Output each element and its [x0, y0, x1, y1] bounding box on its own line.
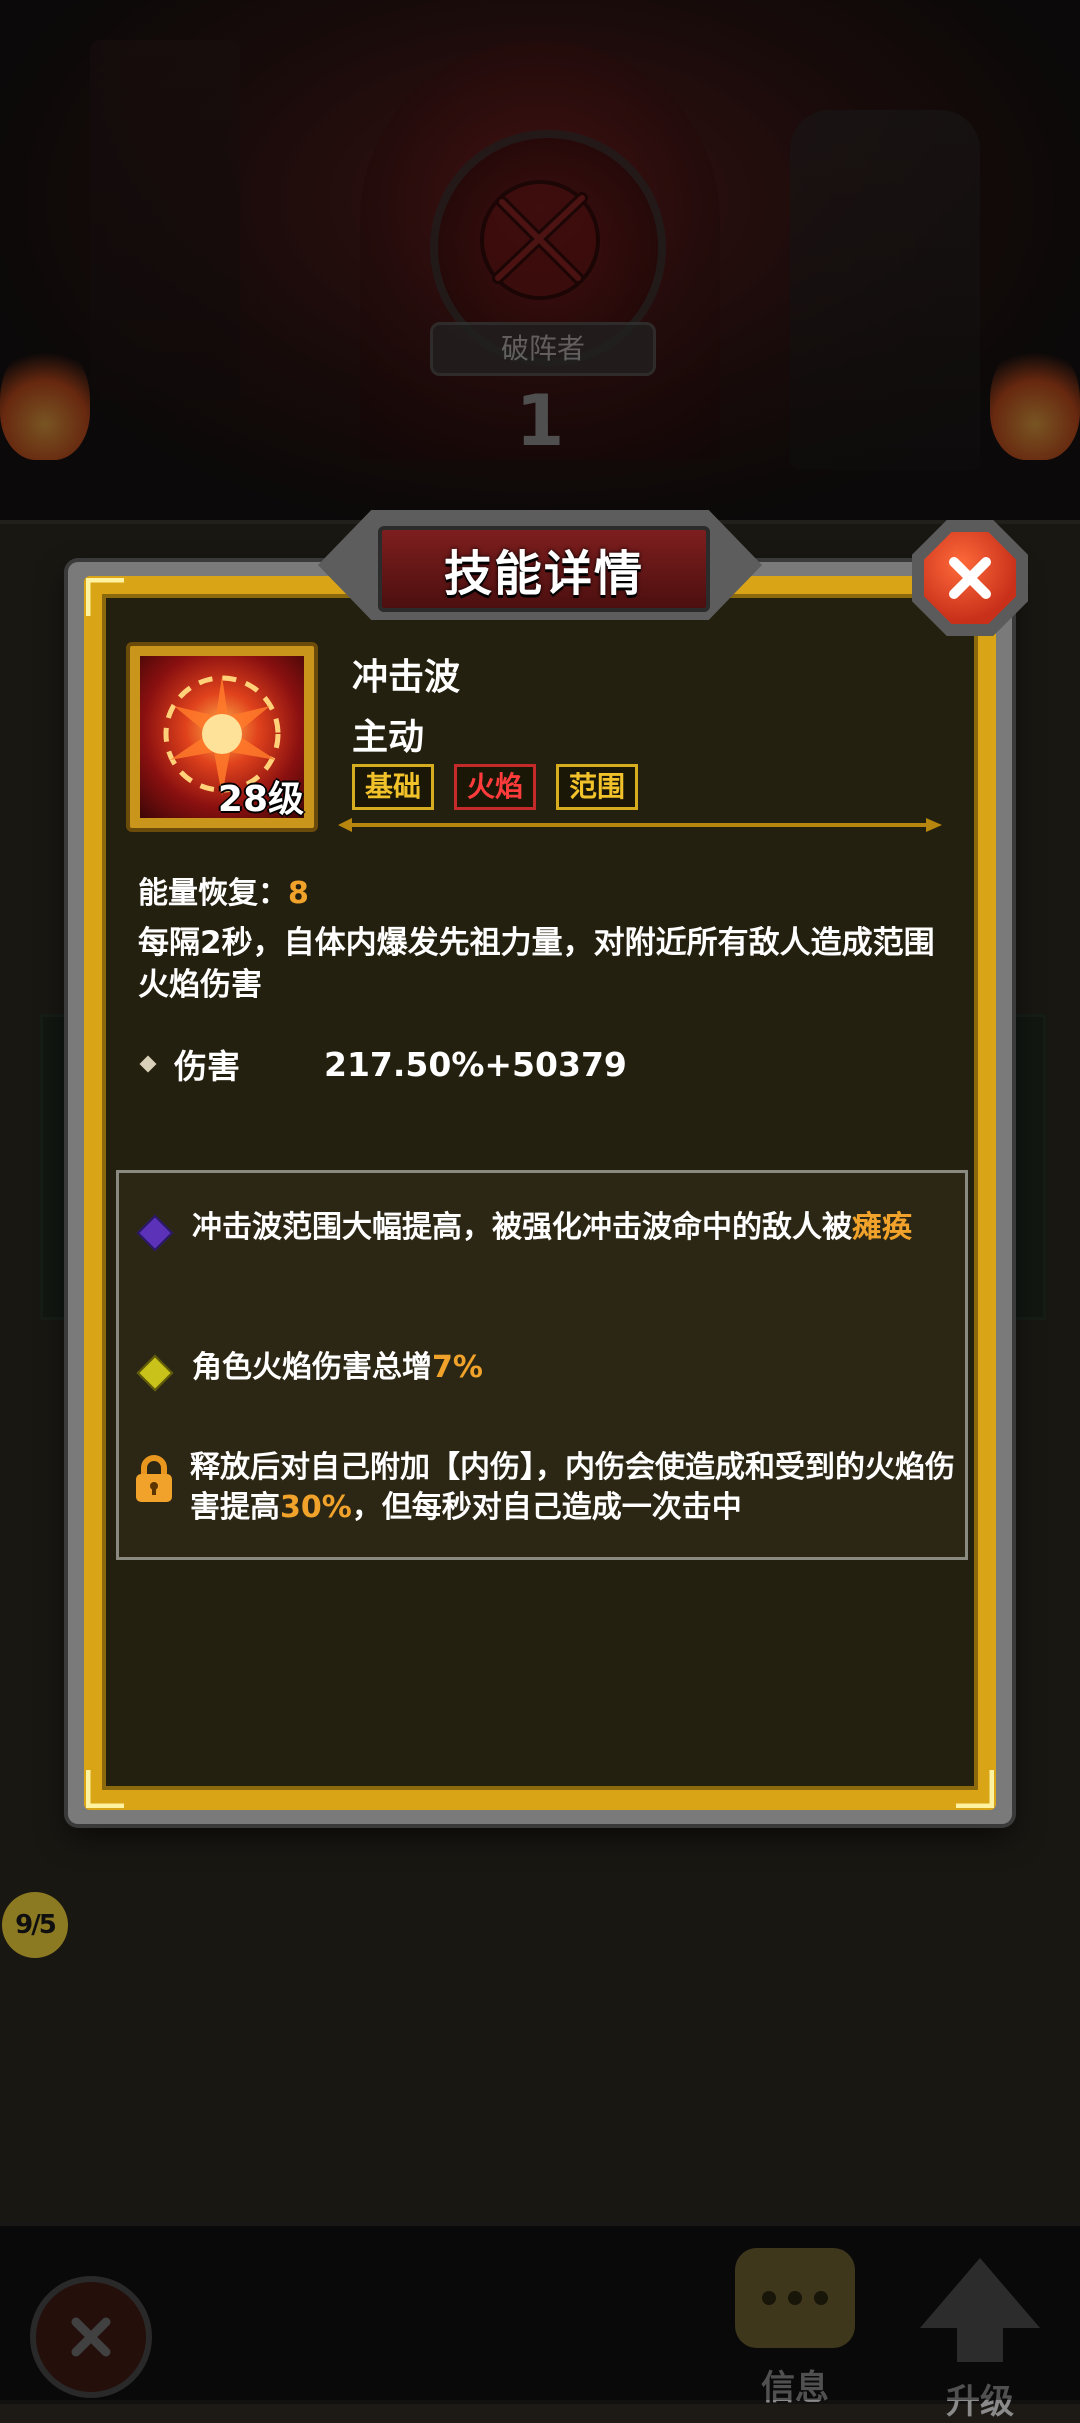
- perk-highlight: 7%: [432, 1350, 483, 1385]
- lock-icon: [134, 1454, 174, 1504]
- purple-diamond-icon: [136, 1214, 174, 1252]
- skill-level: 28级: [217, 779, 304, 820]
- bullet-diamond-icon: [139, 1055, 157, 1073]
- divider-arrow-icon: [338, 818, 942, 832]
- skill-description: 每隔2秒，自体内爆发先祖力量，对附近所有敌人造成范围火焰伤害: [138, 925, 935, 1003]
- dialog-title-plate: 技能详情: [318, 500, 762, 630]
- tag-fire: 火焰: [454, 764, 537, 810]
- energy-value: 8: [288, 876, 309, 911]
- perk-item: 释放后对自己附加【内伤】，内伤会使造成和受到的火焰伤害提高30%，但每秒对自己造…: [134, 1448, 960, 1528]
- stat-value: 217.50%+50379: [324, 1044, 627, 1084]
- corner-ornament-icon: [86, 578, 124, 616]
- corner-ornament-icon: [956, 1770, 994, 1808]
- energy-label: 能量恢复：: [138, 876, 288, 911]
- tag-basic: 基础: [352, 764, 435, 810]
- perk-text: 冲击波范围大幅提高，被强化冲击波命中的敌人被: [192, 1210, 852, 1245]
- perk-item: 角色火焰伤害总增7%: [134, 1348, 992, 1392]
- perk-item: 冲击波范围大幅提高，被强化冲击波命中的敌人被瘫痪: [134, 1208, 972, 1252]
- yellow-diamond-icon: [136, 1354, 174, 1392]
- close-icon: [949, 557, 991, 599]
- damage-stat-row: 伤害 217.50%+50379: [138, 1044, 627, 1086]
- skill-type: 主动: [352, 717, 425, 758]
- perk-text-after: ，但每秒对自己造成一次击中: [351, 1490, 742, 1525]
- dialog-title: 技能详情: [443, 546, 644, 602]
- skill-name: 冲击波: [352, 657, 461, 698]
- perk-highlight: 30%: [280, 1490, 352, 1525]
- close-dialog-button[interactable]: [912, 520, 1028, 636]
- skill-icon-frame: 28级: [126, 642, 318, 832]
- energy-recovery: 能量恢复：8: [138, 868, 309, 912]
- perk-highlight: 瘫痪: [852, 1210, 912, 1245]
- stat-label: 伤害: [174, 1047, 240, 1086]
- perk-text: 角色火焰伤害总增: [192, 1350, 432, 1385]
- tag-range: 范围: [556, 764, 639, 810]
- corner-ornament-icon: [86, 1770, 124, 1808]
